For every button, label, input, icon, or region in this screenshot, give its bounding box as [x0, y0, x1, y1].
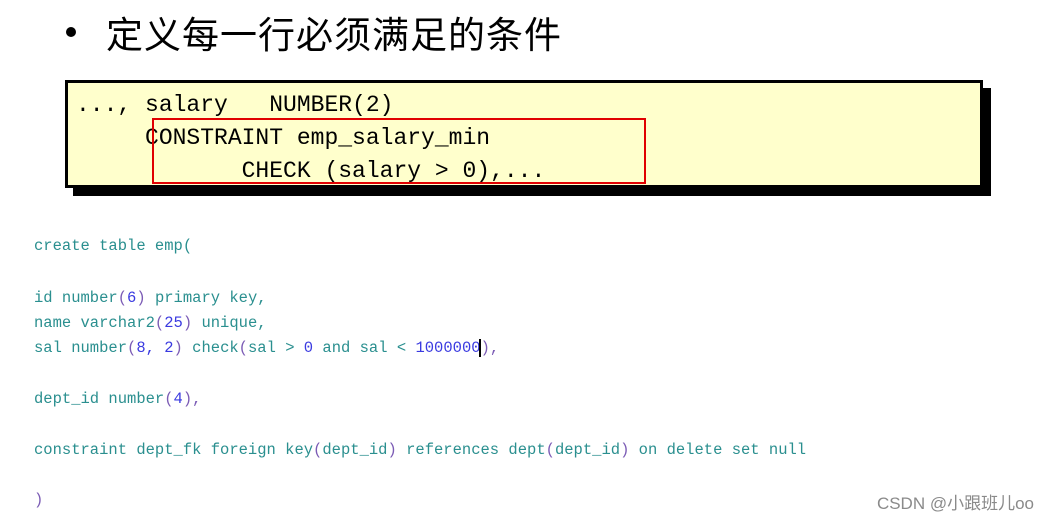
code-example-box: ..., salary NUMBER(2) CONSTRAINT emp_sal… — [65, 80, 983, 188]
sql-line: dept_id number(4), — [34, 390, 202, 408]
heading-text: 定义每一行必须满足的条件 — [106, 14, 562, 57]
sql-line: create table emp( — [34, 237, 193, 255]
sql-line: sal number(8, 2) check(sal > 0 and sal <… — [34, 338, 500, 357]
sql-line: name varchar2(25) unique, — [34, 314, 267, 332]
sql-line: ) — [34, 491, 44, 509]
constraint-highlight-box — [152, 118, 646, 184]
heading-line: 定义每一行必须满足的条件 — [62, 4, 562, 60]
sql-line: constraint dept_fk foreign key(dept_id) … — [34, 441, 807, 459]
bullet-icon — [66, 27, 76, 37]
sql-line: id number(6) primary key, — [34, 289, 267, 307]
code-line: ..., salary NUMBER(2) — [76, 92, 394, 118]
watermark: CSDN @小跟班儿oo — [876, 494, 1034, 513]
